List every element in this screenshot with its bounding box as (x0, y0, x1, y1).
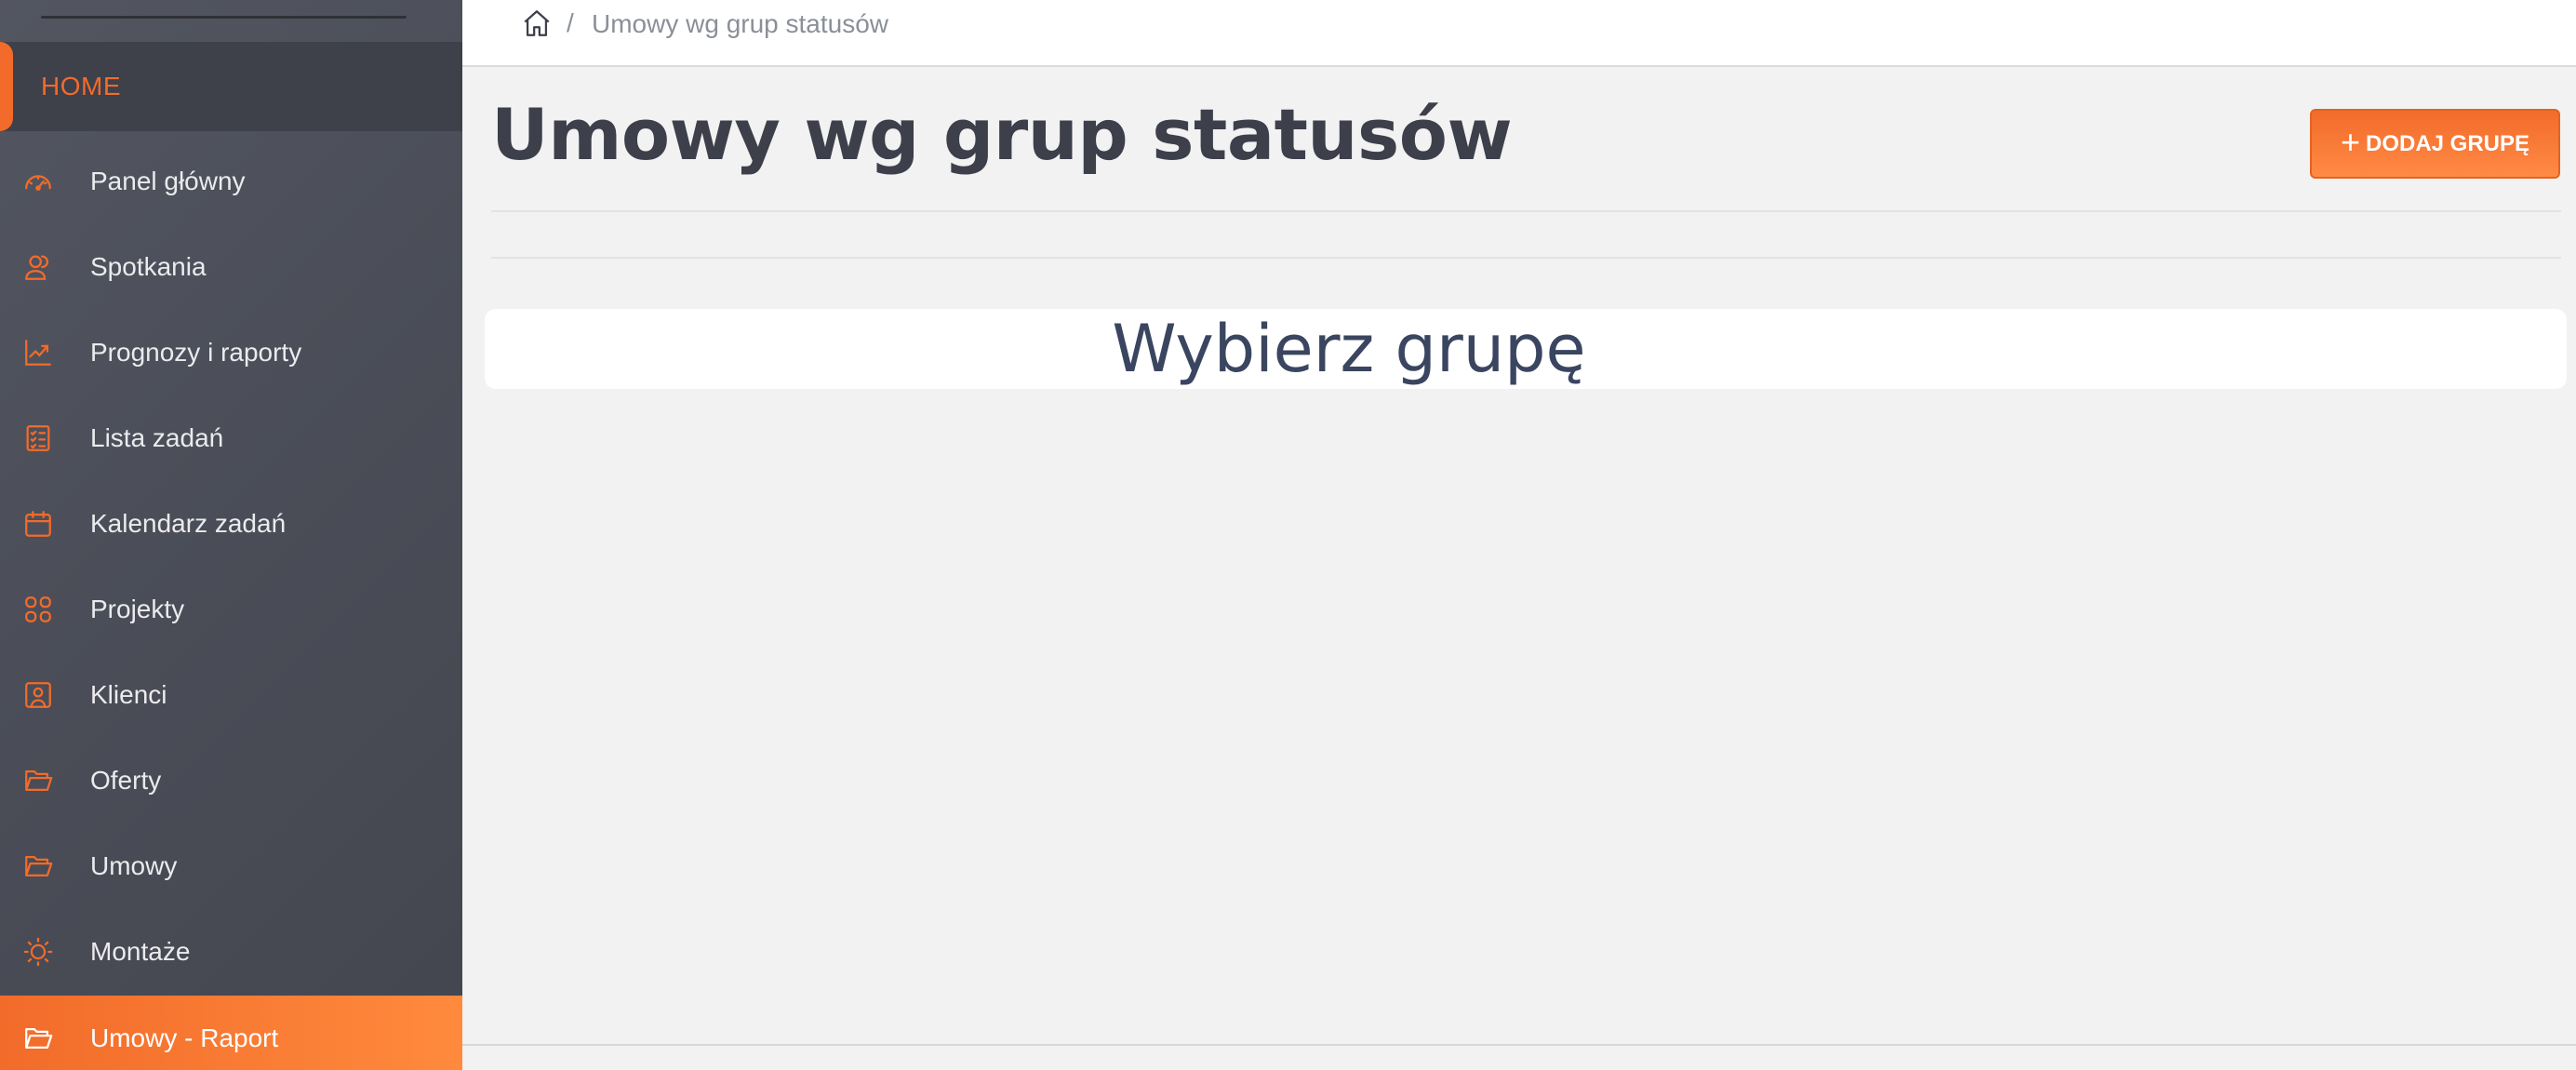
breadcrumb-current: Umowy wg grup statusów (592, 9, 889, 38)
divider (491, 210, 2561, 212)
breadcrumb-separator: / (567, 8, 574, 37)
sidebar-item-lista-zadan[interactable]: Lista zadań (0, 395, 462, 481)
folder-open-icon (20, 763, 56, 798)
folder-open-icon (20, 849, 56, 884)
sidebar-item-label: Kalendarz zadań (90, 509, 287, 538)
page-title: Umowy wg grup statusów (491, 93, 1513, 176)
select-group-heading: Wybierz grupę (1112, 311, 1586, 387)
add-group-button-label: DODAJ GRUPĘ (2366, 130, 2530, 156)
home-label: HOME (41, 72, 121, 100)
home-accent-bar (0, 42, 13, 131)
sidebar-item-umowy[interactable]: Umowy (0, 823, 462, 909)
sidebar-item-label: Montaże (90, 937, 191, 966)
sidebar-item-oferty[interactable]: Oferty (0, 738, 462, 823)
divider (491, 257, 2561, 259)
footer-divider (462, 1044, 2576, 1046)
dashboard-gauge-icon (20, 164, 56, 199)
grid-icon (20, 592, 56, 627)
sidebar-item-label: Klienci (90, 680, 167, 709)
folder-open-icon (20, 1021, 56, 1056)
sidebar-item-kalendarz[interactable]: Kalendarz zadań (0, 481, 462, 567)
sidebar-item-label: Umowy (90, 851, 178, 880)
chart-line-icon (20, 335, 56, 370)
sidebar-item-label: Oferty (90, 766, 162, 795)
sidebar-item-prognozy[interactable]: Prognozy i raporty (0, 310, 462, 395)
sun-icon (20, 934, 56, 970)
calendar-icon (20, 506, 56, 542)
sidebar-item-label: Panel główny (90, 167, 246, 195)
sidebar-item-label: Umowy - Raport (90, 1023, 279, 1052)
contact-card-icon (20, 677, 56, 713)
sidebar-item-klienci[interactable]: Klienci (0, 652, 462, 738)
plus-icon: + (2340, 122, 2360, 161)
sidebar-item-panel-glowny[interactable]: Panel główny (0, 139, 462, 224)
add-group-button[interactable]: + DODAJ GRUPĘ (2310, 109, 2560, 179)
people-icon (20, 249, 56, 285)
sidebar-item-projekty[interactable]: Projekty (0, 567, 462, 652)
sidebar-home-section[interactable]: HOME (0, 42, 462, 131)
sidebar-item-label: Lista zadań (90, 423, 224, 452)
home-icon[interactable] (521, 7, 553, 39)
group-select-card: Wybierz grupę (485, 309, 2567, 389)
sidebar: HOME Panel główny Spotkania Prognozy i r… (0, 0, 462, 1070)
sidebar-item-spotkania[interactable]: Spotkania (0, 224, 462, 310)
sidebar-item-label: Projekty (90, 595, 185, 623)
checklist-icon (20, 421, 56, 456)
sidebar-item-label: Spotkania (90, 252, 207, 281)
sidebar-divider (41, 16, 407, 19)
sidebar-item-umowy-raport[interactable]: Umowy - Raport (0, 996, 462, 1070)
sidebar-item-montaze[interactable]: Montaże (0, 909, 462, 995)
sidebar-item-label: Prognozy i raporty (90, 338, 302, 367)
